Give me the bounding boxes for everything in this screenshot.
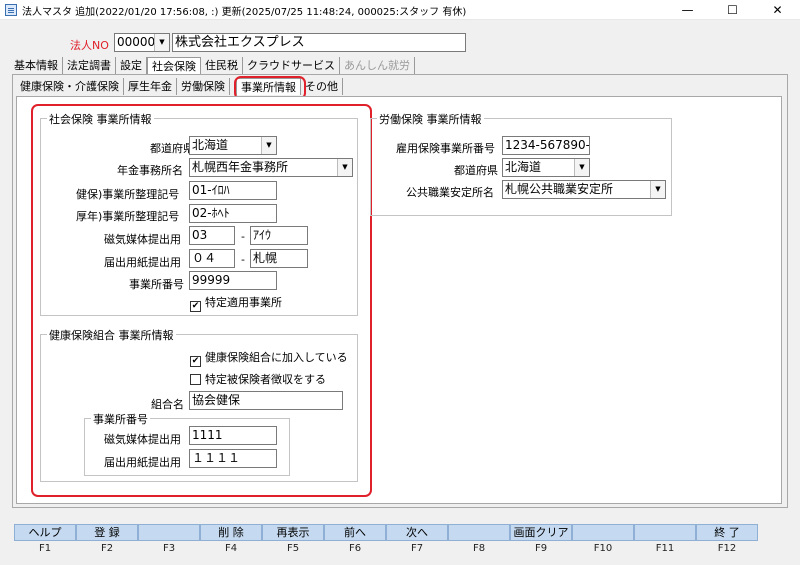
fkey-f3: F3 xyxy=(138,524,200,556)
chevron-down-icon: ▼ xyxy=(154,34,169,51)
fkey-f7: 次へ F7 xyxy=(386,524,448,556)
fkey-f11: F11 xyxy=(634,524,696,556)
fkey-label: F7 xyxy=(410,543,424,554)
chevron-down-icon: ▼ xyxy=(650,181,665,198)
close-button[interactable]: ✕ xyxy=(755,0,800,20)
fkey-f8: F8 xyxy=(448,524,510,556)
main-tab-bar: 基本情報 法定調書 設定 社会保険 住民税 クラウドサービス あんしん就労 xyxy=(10,57,415,74)
tab-cloud-service[interactable]: クラウドサービス xyxy=(243,57,340,74)
fkey-f4: 削 除 F4 xyxy=(200,524,262,556)
job-office-label: 公共職業安定所名 xyxy=(406,186,494,199)
clear-screen-button[interactable]: 画面クリア xyxy=(510,524,572,541)
job-office-select[interactable]: 札幌公共職業安定所 ▼ xyxy=(502,180,666,199)
f10-button[interactable] xyxy=(572,524,634,541)
refresh-button[interactable]: 再表示 xyxy=(262,524,324,541)
fkey-f1: ヘルプ F1 xyxy=(14,524,76,556)
fkey-label: F3 xyxy=(162,543,176,554)
social-section-highlight-frame xyxy=(31,104,372,497)
previous-button[interactable]: 前へ xyxy=(324,524,386,541)
fkey-f2: 登 録 F2 xyxy=(76,524,138,556)
fkey-f5: 再表示 F5 xyxy=(262,524,324,556)
fkey-f9: 画面クリア F9 xyxy=(510,524,572,556)
corp-name-field[interactable]: 株式会社エクスプレス xyxy=(172,33,466,52)
chevron-down-icon: ▼ xyxy=(574,159,589,176)
corp-no-select[interactable]: 000001 ▼ xyxy=(114,33,170,52)
tab-social-insurance[interactable]: 社会保険 xyxy=(147,57,201,74)
fkey-label: F11 xyxy=(655,543,675,554)
fkey-label: F12 xyxy=(717,543,737,554)
fkey-label: F10 xyxy=(593,543,613,554)
fkey-label: F4 xyxy=(224,543,238,554)
job-office-value: 札幌公共職業安定所 xyxy=(505,182,614,196)
fkey-f10: F10 xyxy=(572,524,634,556)
minimize-button[interactable]: — xyxy=(665,0,710,20)
tab-anshin-work[interactable]: あんしん就労 xyxy=(340,57,415,74)
tab-resident-tax[interactable]: 住民税 xyxy=(201,57,243,74)
f11-button[interactable] xyxy=(634,524,696,541)
function-key-bar: ヘルプ F1 登 録 F2 F3 削 除 F4 再表示 F5 前へ F6 次へ F7 F8 … xyxy=(14,524,758,556)
fkey-f6: 前へ F6 xyxy=(324,524,386,556)
subtab-health-care[interactable]: 健康保険・介護保険 xyxy=(16,78,124,95)
f3-button[interactable] xyxy=(138,524,200,541)
labor-prefecture-value: 北海道 xyxy=(505,160,542,174)
fkey-label: F6 xyxy=(348,543,362,554)
fkey-label: F9 xyxy=(534,543,548,554)
employment-no-field[interactable]: 1234-567890-1 xyxy=(502,136,590,155)
subtab-pension[interactable]: 厚生年金 xyxy=(124,78,177,95)
fkey-f12: 終 了 F12 xyxy=(696,524,758,556)
labor-prefecture-select[interactable]: 北海道 ▼ xyxy=(502,158,590,177)
subtab-labor[interactable]: 労働保険 xyxy=(177,78,230,95)
exit-button[interactable]: 終 了 xyxy=(696,524,758,541)
fkey-label: F2 xyxy=(100,543,114,554)
fkey-label: F5 xyxy=(286,543,300,554)
title-bar: 法人マスタ 追加(2022/01/20 17:56:08, :) 更新(2025… xyxy=(0,0,800,20)
f8-button[interactable] xyxy=(448,524,510,541)
tab-basic-info[interactable]: 基本情報 xyxy=(10,57,63,74)
corp-no-label: 法人NO xyxy=(70,39,109,52)
delete-button[interactable]: 削 除 xyxy=(200,524,262,541)
fkey-label: F1 xyxy=(38,543,52,554)
labor-insurance-title: 労働保険 事業所情報 xyxy=(377,111,484,127)
tab-settings[interactable]: 設定 xyxy=(116,57,147,74)
help-button[interactable]: ヘルプ xyxy=(14,524,76,541)
register-button[interactable]: 登 録 xyxy=(76,524,138,541)
next-button[interactable]: 次へ xyxy=(386,524,448,541)
labor-prefecture-label: 都道府県 xyxy=(454,164,498,177)
employment-no-label: 雇用保険事業所番号 xyxy=(396,142,495,155)
maximize-button[interactable]: ☐ xyxy=(710,0,755,20)
tab-legal-reports[interactable]: 法定調書 xyxy=(63,57,116,74)
subtab-other[interactable]: その他 xyxy=(301,78,343,95)
app-icon xyxy=(5,4,17,16)
fkey-label: F8 xyxy=(472,543,486,554)
window-title: 法人マスタ 追加(2022/01/20 17:56:08, :) 更新(2025… xyxy=(22,7,467,18)
